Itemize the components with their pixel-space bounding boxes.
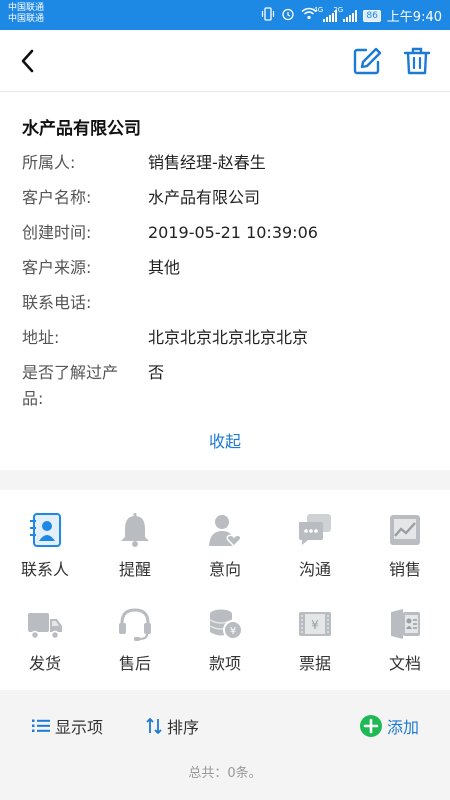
status-time: 上午9:40 [386, 10, 442, 25]
grid-item-receipt[interactable]: ¥ 票据 [270, 584, 360, 678]
customer-info-card: 水产品有限公司 所属人: 销售经理-赵春生 客户名称: 水产品有限公司 创建时间… [0, 92, 450, 470]
grid-item-label: 票据 [298, 654, 331, 673]
field-value: 水产品有限公司 [148, 188, 261, 207]
svg-text:¥: ¥ [311, 618, 319, 632]
grid-item-payment[interactable]: ¥ 款项 [180, 584, 270, 678]
battery-indicator: 86 [363, 9, 381, 22]
delete-button[interactable] [402, 46, 432, 76]
document-icon [391, 609, 420, 639]
truck-icon [28, 613, 62, 640]
alarm-icon [281, 7, 295, 25]
grid-item-documents[interactable]: 文档 [360, 584, 450, 678]
sort-label: 排序 [167, 718, 200, 737]
app-header [0, 30, 450, 92]
grid-item-label: 款项 [208, 654, 241, 673]
grid-item-label: 意向 [208, 560, 241, 579]
grid-item-label: 联系人 [20, 560, 69, 579]
sales-chart-icon [390, 515, 420, 545]
field-value: 销售经理-赵春生 [148, 153, 266, 172]
grid-item-sales[interactable]: 销售 [360, 490, 450, 584]
grid-item-intent[interactable]: 意向 [180, 490, 270, 584]
grid-item-label: 销售 [388, 560, 421, 579]
field-value: 否 [148, 363, 165, 382]
status-bar: 中国联通 中国联通 4G 2G 86 上午9:40 [0, 0, 450, 30]
list-icon [32, 719, 50, 732]
bottom-toolbar: 显示项 排序 添加 总共：0条。 [0, 690, 450, 800]
system-icons: 4G 2G 86 上午9:40 [261, 6, 442, 25]
grid-item-label: 售后 [118, 654, 151, 673]
coins-icon: ¥ [209, 609, 243, 640]
plus-circle-icon [360, 715, 382, 737]
collapse-button[interactable]: 收起 [0, 428, 450, 452]
grid-item-reminder[interactable]: 提醒 [90, 490, 180, 584]
receipt-icon: ¥ [299, 612, 331, 636]
grid-item-after-sales[interactable]: 售后 [90, 584, 180, 678]
field-label: 客户来源: [22, 258, 92, 277]
chevron-left-icon [21, 49, 34, 73]
field-label: 是否了解过产品: [22, 363, 119, 408]
function-grid: 联系人 提醒 意向 沟通 销售 发货 售后 ¥ 款项 ¥ 票据 文档 [0, 490, 450, 690]
trash-icon [403, 47, 431, 75]
headset-icon [119, 608, 151, 641]
field-label: 联系电话: [22, 293, 92, 312]
grid-item-label: 沟通 [298, 560, 331, 579]
add-label: 添加 [387, 718, 420, 737]
grid-item-shipping[interactable]: 发货 [0, 584, 90, 678]
back-button[interactable] [14, 46, 44, 76]
grid-item-label: 提醒 [118, 560, 151, 579]
display-items-button[interactable]: 显示项 [32, 714, 103, 738]
field-value: 2019-05-21 10:39:06 [148, 223, 318, 242]
grid-item-label: 发货 [28, 654, 61, 673]
svg-text:¥: ¥ [230, 626, 236, 637]
field-value: 其他 [148, 258, 181, 277]
field-label: 创建时间: [22, 223, 92, 242]
signal-1-tag: 4G [313, 5, 324, 14]
field-value: 北京北京北京北京北京 [148, 328, 309, 347]
grid-item-label: 文档 [388, 654, 421, 673]
field-label: 所属人: [22, 153, 76, 172]
sort-icon [146, 718, 162, 734]
carrier-info: 中国联通 中国联通 [8, 3, 44, 25]
chat-icon [299, 514, 331, 545]
field-label: 地址: [22, 328, 60, 347]
intent-icon [209, 515, 242, 548]
company-title: 水产品有限公司 [22, 119, 141, 139]
add-button[interactable]: 添加 [360, 714, 419, 738]
edit-icon [353, 47, 382, 75]
display-items-label: 显示项 [55, 718, 104, 737]
edit-button[interactable] [352, 46, 382, 76]
carrier-2: 中国联通 [8, 14, 45, 24]
carrier-1: 中国联通 [8, 3, 45, 13]
total-count: 总共：0条。 [188, 766, 262, 781]
bell-icon [121, 513, 149, 547]
grid-item-contacts[interactable]: 联系人 [0, 490, 90, 584]
signal-2-tag: 2G [333, 5, 344, 14]
contact-icon [30, 513, 61, 547]
signal-2-icon: 2G [333, 6, 358, 22]
vibrate-icon [261, 6, 275, 25]
field-label: 客户名称: [22, 188, 92, 207]
grid-item-communication[interactable]: 沟通 [270, 490, 360, 584]
sort-button[interactable]: 排序 [146, 714, 199, 738]
